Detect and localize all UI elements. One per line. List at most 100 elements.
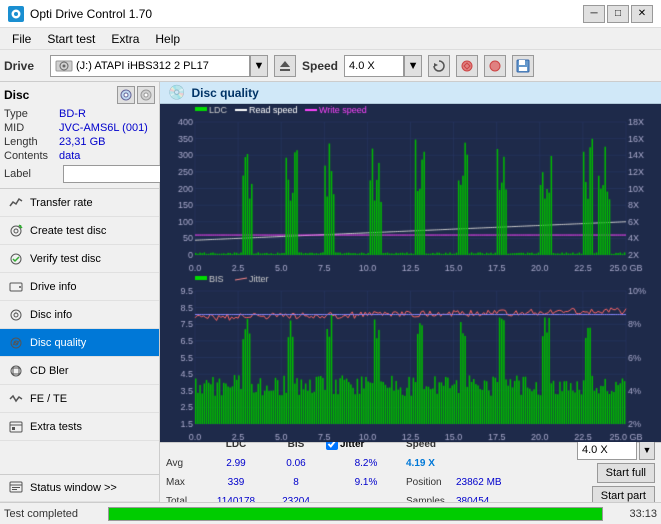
bis-canvas (160, 273, 661, 442)
length-label: Length (4, 136, 59, 148)
mid-value: JVC-AMS6L (001) (59, 122, 148, 134)
disc-icon1[interactable] (117, 86, 135, 104)
speed-select-value: 4.0 X (582, 444, 608, 456)
disc-info-icon: i (8, 307, 24, 323)
transfer-rate-label: Transfer rate (30, 197, 93, 209)
status-window-button[interactable]: Status window >> (0, 474, 159, 502)
menu-start-test[interactable]: Start test (39, 30, 103, 48)
titlebar-left: Opti Drive Control 1.70 (8, 6, 152, 22)
fe-te-icon (8, 391, 24, 407)
speed-selector: 4.0 X ▼ (577, 440, 655, 460)
type-value: BD-R (59, 108, 86, 120)
fe-te-label: FE / TE (30, 393, 67, 405)
disc-type-row: Type BD-R (4, 108, 155, 120)
titlebar: Opti Drive Control 1.70 ─ □ ✕ (0, 0, 661, 28)
disc-mid-row: MID JVC-AMS6L (001) (4, 122, 155, 134)
charts-area (160, 104, 661, 442)
progress-bar (108, 507, 603, 521)
disc-contents-row: Contents data (4, 150, 155, 162)
ldc-chart (160, 104, 661, 273)
menu-extra[interactable]: Extra (103, 30, 147, 48)
max-label: Max (166, 477, 206, 488)
speed-select-display[interactable]: 4.0 X (577, 440, 637, 460)
total-label: Total (166, 496, 206, 503)
close-button[interactable]: ✕ (631, 5, 653, 23)
sidebar-item-disc-quality[interactable]: Disc quality (0, 329, 159, 357)
app-icon (8, 6, 24, 22)
speed-dropdown[interactable]: 4.0 X (344, 55, 404, 77)
disc-icon2[interactable] (137, 86, 155, 104)
avg-label: Avg (166, 458, 206, 469)
total-ldc: 1140178 (206, 496, 266, 503)
bis-chart (160, 273, 661, 442)
save-button[interactable] (512, 55, 534, 77)
ldc-canvas (160, 104, 661, 273)
type-label: Type (4, 108, 59, 120)
disc-quality-icon: 💿 (168, 84, 185, 101)
disc-quality-label: Disc quality (30, 337, 86, 349)
speed-value: 4.0 X (349, 60, 375, 72)
sidebar-item-extra-tests[interactable]: Extra tests (0, 413, 159, 441)
eject-button[interactable] (274, 55, 296, 77)
right-buttons: 4.0 X ▼ Start full Start part (577, 440, 655, 503)
mid-label: MID (4, 122, 59, 134)
sidebar-item-create-test-disc[interactable]: Create test disc (0, 217, 159, 245)
start-part-button[interactable]: Start part (592, 486, 655, 503)
avg-bis: 0.06 (266, 458, 326, 469)
disc-length-row: Length 23,31 GB (4, 136, 155, 148)
create-test-disc-label: Create test disc (30, 225, 106, 237)
speed-select-arrow[interactable]: ▼ (639, 440, 655, 460)
sidebar-item-verify-test-disc[interactable]: Verify test disc (0, 245, 159, 273)
total-bis: 23204 (266, 496, 326, 503)
start-full-button[interactable]: Start full (597, 463, 655, 483)
label-row: Label (4, 164, 155, 184)
menubar: File Start test Extra Help (0, 28, 661, 50)
drive-dropdown[interactable]: (J:) ATAPI iHBS312 2 PL17 (50, 55, 250, 77)
avg-jitter: 8.2% (326, 458, 406, 469)
position-value: 23862 MB (456, 477, 516, 488)
refresh-button[interactable] (428, 55, 450, 77)
avg-ldc: 2.99 (206, 458, 266, 469)
label-label: Label (4, 168, 59, 180)
scan-button[interactable] (456, 55, 478, 77)
titlebar-controls: ─ □ ✕ (583, 5, 653, 23)
burn-button[interactable] (484, 55, 506, 77)
disc-quality-icon (8, 335, 24, 351)
svg-text:i: i (16, 310, 17, 315)
menu-file[interactable]: File (4, 30, 39, 48)
verify-test-disc-icon (8, 251, 24, 267)
drive-dropdown-arrow[interactable]: ▼ (250, 55, 268, 77)
drive-value: (J:) ATAPI iHBS312 2 PL17 (76, 60, 209, 72)
sidebar-item-disc-info[interactable]: i Disc info (0, 301, 159, 329)
speed-dropdown-arrow[interactable]: ▼ (404, 55, 422, 77)
sidebar-item-cd-bler[interactable]: CD Bler (0, 357, 159, 385)
content-area: 💿 Disc quality LDC BIS (160, 82, 661, 502)
stats-total-row: Total 1140178 23204 Samples 380454 (166, 492, 577, 502)
verify-test-disc-label: Verify test disc (30, 253, 101, 265)
disc-header: Disc (4, 86, 155, 104)
samples-label: Samples (406, 496, 456, 503)
disc-icons (117, 86, 155, 104)
sidebar-item-transfer-rate[interactable]: Transfer rate (0, 189, 159, 217)
disc-section-label: Disc (4, 88, 29, 102)
disc-info-label: Disc info (30, 309, 72, 321)
main-layout: Disc Type BD-R MID JVC-AMS6L (001) (0, 82, 661, 502)
time-display: 33:13 (607, 508, 657, 520)
length-value: 23,31 GB (59, 136, 105, 148)
status-window-icon (8, 480, 24, 496)
menu-help[interactable]: Help (147, 30, 188, 48)
transfer-rate-icon (8, 195, 24, 211)
avg-speed: 4.19 X (406, 458, 456, 469)
minimize-button[interactable]: ─ (583, 5, 605, 23)
samples-value: 380454 (456, 496, 516, 503)
cd-bler-icon (8, 363, 24, 379)
max-jitter: 9.1% (326, 477, 406, 488)
disc-section: Disc Type BD-R MID JVC-AMS6L (001) (0, 82, 159, 189)
extra-tests-icon (8, 419, 24, 435)
cd-bler-label: CD Bler (30, 365, 69, 377)
sidebar-item-fe-te[interactable]: FE / TE (0, 385, 159, 413)
max-ldc: 339 (206, 477, 266, 488)
maximize-button[interactable]: □ (607, 5, 629, 23)
create-test-disc-icon (8, 223, 24, 239)
sidebar-item-drive-info[interactable]: Drive info (0, 273, 159, 301)
